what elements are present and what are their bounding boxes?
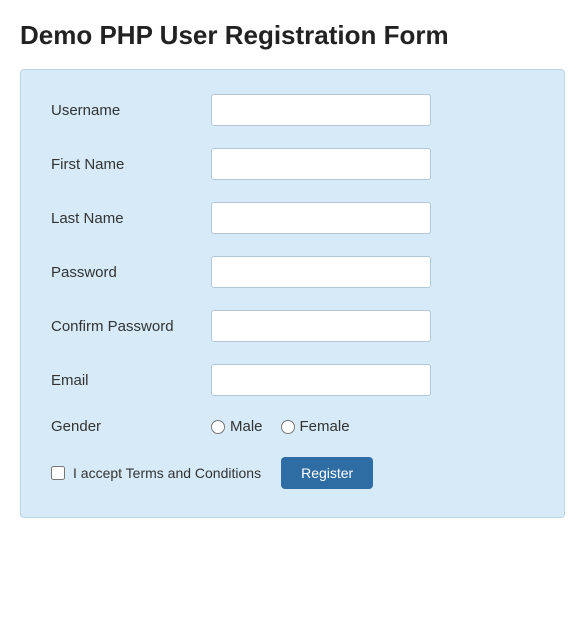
gender-female-option[interactable]: Female bbox=[281, 418, 350, 435]
gender-row: Gender Male Female bbox=[51, 418, 534, 435]
confirm-password-input[interactable] bbox=[211, 310, 431, 342]
gender-label: Gender bbox=[51, 418, 211, 435]
firstname-input[interactable] bbox=[211, 148, 431, 180]
register-button[interactable]: Register bbox=[281, 457, 373, 489]
email-row: Email bbox=[51, 364, 534, 396]
gender-male-radio[interactable] bbox=[211, 420, 225, 434]
confirm-password-label: Confirm Password bbox=[51, 318, 211, 335]
firstname-row: First Name bbox=[51, 148, 534, 180]
email-input[interactable] bbox=[211, 364, 431, 396]
email-label: Email bbox=[51, 372, 211, 389]
username-label: Username bbox=[51, 102, 211, 119]
gender-options: Male Female bbox=[211, 418, 350, 435]
password-input[interactable] bbox=[211, 256, 431, 288]
lastname-input[interactable] bbox=[211, 202, 431, 234]
username-input[interactable] bbox=[211, 94, 431, 126]
page-title: Demo PHP User Registration Form bbox=[20, 20, 565, 51]
terms-checkbox[interactable] bbox=[51, 466, 65, 480]
terms-text: I accept Terms and Conditions bbox=[73, 465, 261, 481]
gender-female-label: Female bbox=[300, 418, 350, 435]
confirm-password-row: Confirm Password bbox=[51, 310, 534, 342]
lastname-row: Last Name bbox=[51, 202, 534, 234]
password-row: Password bbox=[51, 256, 534, 288]
username-row: Username bbox=[51, 94, 534, 126]
lastname-label: Last Name bbox=[51, 210, 211, 227]
bottom-row: I accept Terms and Conditions Register bbox=[51, 457, 534, 489]
gender-female-radio[interactable] bbox=[281, 420, 295, 434]
gender-male-option[interactable]: Male bbox=[211, 418, 263, 435]
terms-label[interactable]: I accept Terms and Conditions bbox=[51, 465, 261, 481]
firstname-label: First Name bbox=[51, 156, 211, 173]
registration-form: Username First Name Last Name Password C… bbox=[20, 69, 565, 518]
gender-male-label: Male bbox=[230, 418, 263, 435]
password-label: Password bbox=[51, 264, 211, 281]
